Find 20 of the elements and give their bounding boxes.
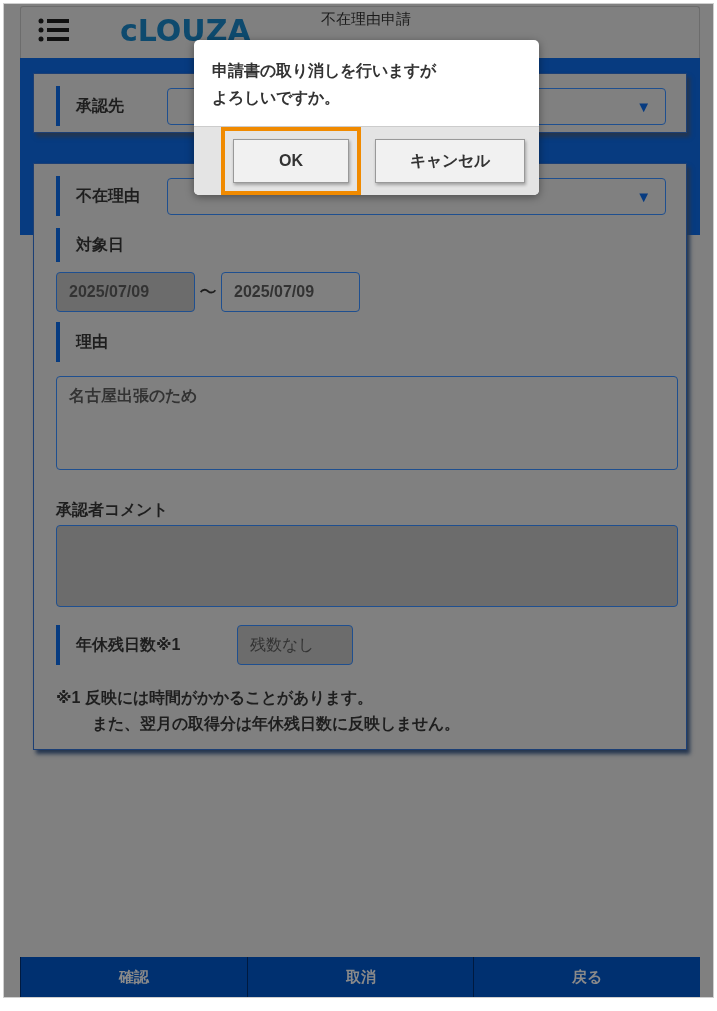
- page-title: 不在理由申請: [320, 10, 411, 29]
- dropdown-arrow: ▼: [636, 97, 651, 115]
- footnote-text: ※1 反映には時間がかかることがあります。: [56, 688, 374, 708]
- cancel-button[interactable]: キャンセル: [375, 139, 525, 183]
- end-date-field[interactable]: 2025/07/09: [221, 272, 360, 312]
- leave-days-field: 残数なし: [237, 625, 353, 665]
- ok-button[interactable]: OK: [233, 139, 349, 183]
- field-label: 対象日: [56, 228, 666, 262]
- field-label: 承認先: [56, 86, 124, 126]
- range-separator: 〜: [199, 281, 217, 304]
- dropdown-arrow: ▼: [636, 187, 651, 205]
- footnote-text: また、翌月の取得分は年休残日数に反映しません。: [91, 714, 461, 734]
- reason-textarea[interactable]: 名古屋出張のため: [56, 376, 678, 470]
- menu-icon[interactable]: [38, 17, 70, 43]
- logo: cLOUZA: [120, 13, 251, 48]
- field-label: 不在理由: [56, 176, 140, 216]
- field-label: 理由: [56, 322, 666, 362]
- dialog-message: よろしいですか。: [212, 88, 341, 108]
- dialog-message: 申請書の取り消しを行いますが: [212, 61, 438, 81]
- field-label: 承認者コメント: [56, 500, 169, 520]
